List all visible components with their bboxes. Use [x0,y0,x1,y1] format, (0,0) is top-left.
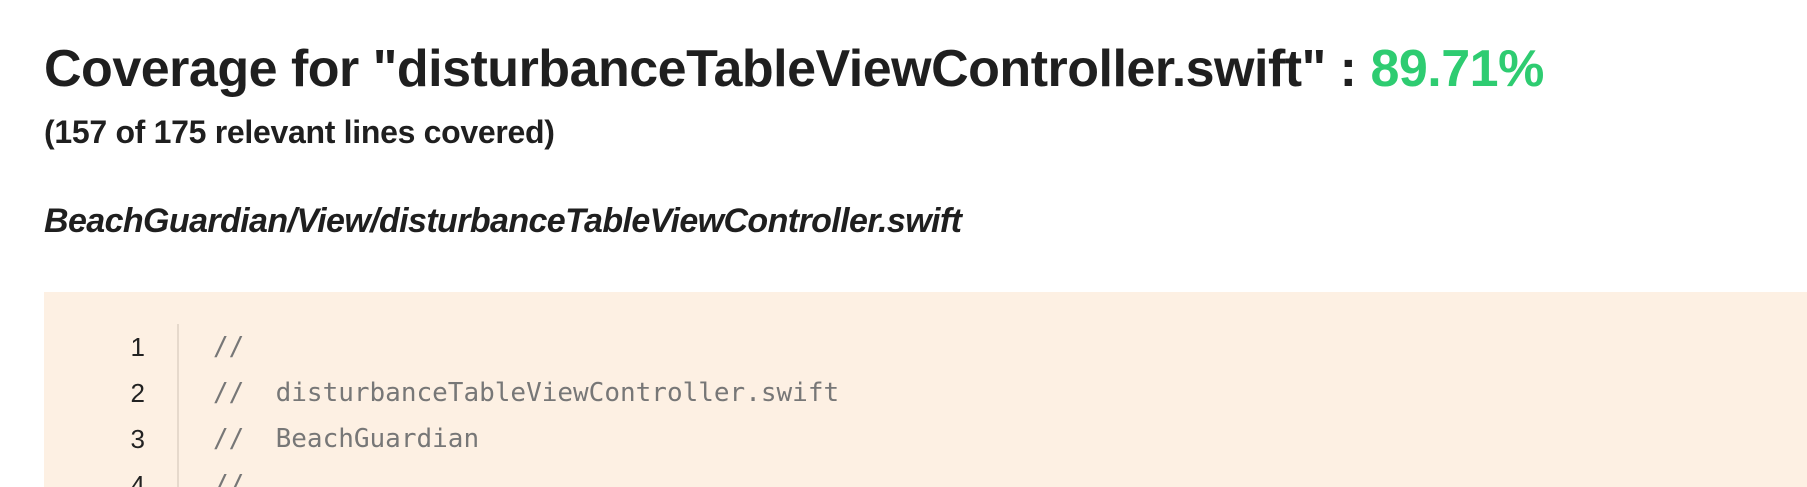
line-number[interactable]: 2 [44,370,179,416]
source-code-table: 1 // 2 // disturbanceTableViewController… [44,324,840,487]
code-line: 4 // [44,462,840,487]
line-number[interactable]: 4 [44,462,179,487]
line-number[interactable]: 3 [44,416,179,462]
line-number[interactable]: 1 [44,324,179,370]
line-source: // [213,332,245,362]
title-prefix: Coverage for "disturbanceTableViewContro… [44,40,1371,98]
coverage-percentage: 89.71% [1370,40,1544,98]
page-title: Coverage for "disturbanceTableViewContro… [44,34,1807,104]
coverage-header: Coverage for "disturbanceTableViewContro… [44,34,1807,152]
code-line: 1 // [44,324,840,370]
line-source: // disturbanceTableViewController.swift [213,378,840,408]
file-path: BeachGuardian/View/disturbanceTableViewC… [44,202,962,240]
code-line: 2 // disturbanceTableViewController.swif… [44,370,840,416]
code-line: 3 // BeachGuardian [44,416,840,462]
line-source: // [213,470,245,487]
source-code-block: 1 // 2 // disturbanceTableViewController… [44,292,1807,487]
line-source: // BeachGuardian [213,424,480,454]
coverage-summary: (157 of 175 relevant lines covered) [44,114,555,150]
